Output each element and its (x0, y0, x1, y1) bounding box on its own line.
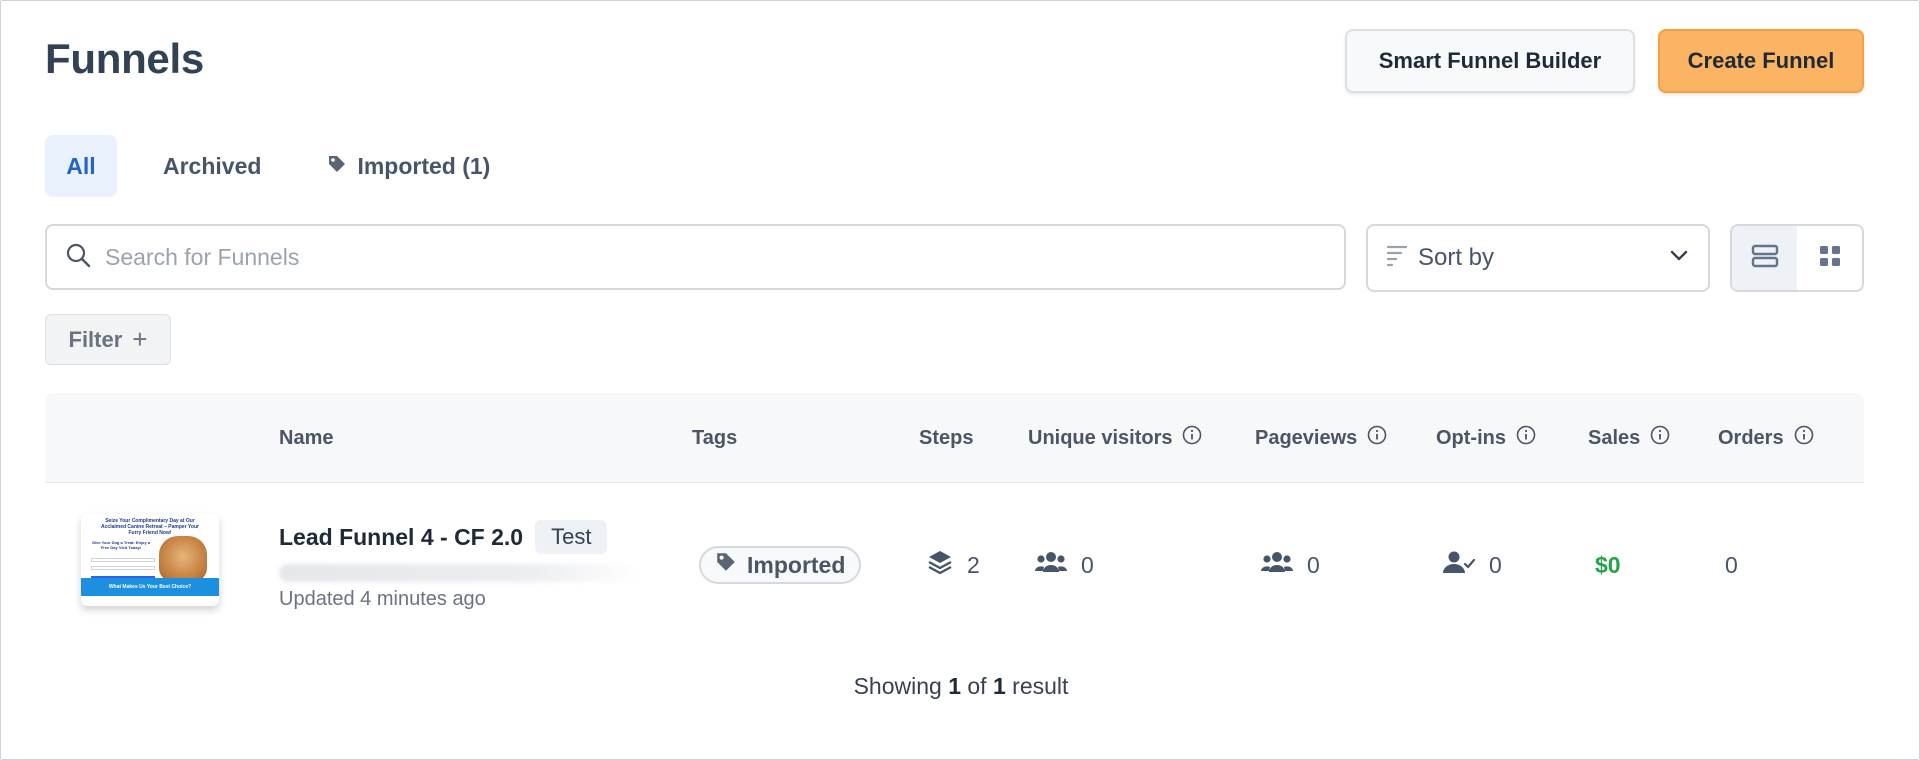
tag-icon (715, 551, 737, 579)
thumbnail-headline: Seize Your Complimentary Day at Our Accl… (101, 518, 199, 536)
sort-dropdown[interactable]: Sort by (1366, 224, 1710, 292)
search-icon (65, 242, 91, 273)
column-header-steps: Steps (919, 426, 974, 449)
result-count-prefix: Showing (853, 673, 942, 699)
thumbnail-form-field (91, 558, 155, 562)
column-header-sales: Sales (1588, 393, 1670, 483)
app-frame: Funnels Smart Funnel Builder Create Funn… (0, 0, 1920, 760)
column-header-name[interactable]: Name (279, 393, 333, 483)
create-funnel-button[interactable]: Create Funnel (1658, 29, 1864, 93)
column-header-optins: Opt-ins (1436, 393, 1536, 483)
optins-cell: 0 (1443, 546, 1502, 584)
tab-imported-label: Imported (1) (357, 152, 491, 179)
list-view-button[interactable] (1732, 226, 1797, 290)
funnel-name-link[interactable]: Lead Funnel 4 - CF 2.0 (279, 524, 523, 551)
column-header-tags: Tags (692, 426, 738, 449)
funnel-thumbnail[interactable]: Seize Your Complimentary Day at Our Accl… (81, 514, 219, 606)
column-header-unique-visitors-label: Unique visitors (1028, 426, 1173, 449)
info-icon[interactable] (1182, 425, 1202, 451)
thumbnail-form-field (91, 566, 155, 570)
column-header-optins-label: Opt-ins (1436, 426, 1506, 449)
plus-icon: + (132, 324, 148, 354)
info-icon[interactable] (1794, 425, 1814, 451)
dog-image (159, 536, 207, 582)
search-input[interactable] (105, 243, 1285, 271)
grid-view-icon (1818, 244, 1842, 273)
users-icon (1035, 550, 1067, 580)
tag-label: Imported (747, 551, 846, 578)
name-cell: Lead Funnel 4 - CF 2.0 Test Updated 4 mi… (279, 520, 639, 611)
pageviews-value: 0 (1307, 551, 1320, 578)
user-check-icon (1443, 550, 1476, 580)
column-header-pageviews: Pageviews (1255, 393, 1387, 483)
tab-bar: All Archived Imported (1) (45, 135, 510, 197)
tab-archived[interactable]: Archived (143, 135, 281, 197)
layers-icon (927, 549, 953, 581)
thumbnail-subheadline: Give Your Dog a Treat: Enjoy a Free Day … (91, 540, 151, 550)
smart-funnel-builder-button[interactable]: Smart Funnel Builder (1345, 29, 1635, 93)
thumbnail-cta-bar: What Makes Us Your Best Choice? (81, 578, 219, 596)
sort-icon (1386, 244, 1408, 273)
tag-icon (327, 153, 347, 180)
info-icon[interactable] (1367, 425, 1387, 451)
status-badge: Test (535, 520, 608, 554)
users-icon (1261, 550, 1293, 580)
steps-value: 2 (967, 551, 980, 578)
result-count-of: of (967, 673, 987, 699)
tab-imported[interactable]: Imported (1) (307, 135, 510, 197)
column-header-orders-label: Orders (1718, 426, 1784, 449)
search-box (45, 224, 1346, 290)
tag-pill[interactable]: Imported (699, 546, 862, 584)
list-view-icon (1751, 243, 1779, 274)
orders-cell: 0 (1725, 551, 1738, 578)
filter-button[interactable]: Filter + (45, 314, 171, 365)
info-icon[interactable] (1516, 425, 1536, 451)
steps-cell: 2 (927, 546, 980, 584)
result-count-total: 1 (992, 673, 1006, 699)
sales-cell: $0 (1595, 551, 1621, 578)
result-count: Showing 1 of 1 result (1, 673, 1920, 700)
result-count-shown: 1 (948, 673, 961, 699)
page-title: Funnels (45, 35, 204, 82)
column-header-sales-label: Sales (1588, 426, 1641, 449)
info-icon[interactable] (1650, 425, 1670, 451)
unique-visitors-value: 0 (1081, 551, 1094, 578)
table-header: Name Tags Steps Unique visitors Pageview… (45, 393, 1864, 483)
result-count-suffix: result (1012, 673, 1069, 699)
view-toggle (1730, 224, 1864, 292)
unique-visitors-cell: 0 (1035, 546, 1094, 584)
column-header-orders: Orders (1718, 393, 1814, 483)
optins-value: 0 (1489, 551, 1502, 578)
column-header-unique-visitors: Unique visitors (1028, 393, 1202, 483)
redacted-url (279, 564, 639, 582)
updated-timestamp: Updated 4 minutes ago (279, 588, 486, 610)
pageviews-cell: 0 (1261, 546, 1320, 584)
filter-label: Filter (68, 326, 123, 352)
tab-all[interactable]: All (45, 135, 117, 197)
table-row[interactable]: Seize Your Complimentary Day at Our Accl… (45, 484, 1864, 634)
chevron-down-icon (1670, 249, 1688, 267)
grid-view-button[interactable] (1797, 226, 1862, 290)
column-header-pageviews-label: Pageviews (1255, 426, 1358, 449)
sort-label: Sort by (1418, 244, 1495, 271)
